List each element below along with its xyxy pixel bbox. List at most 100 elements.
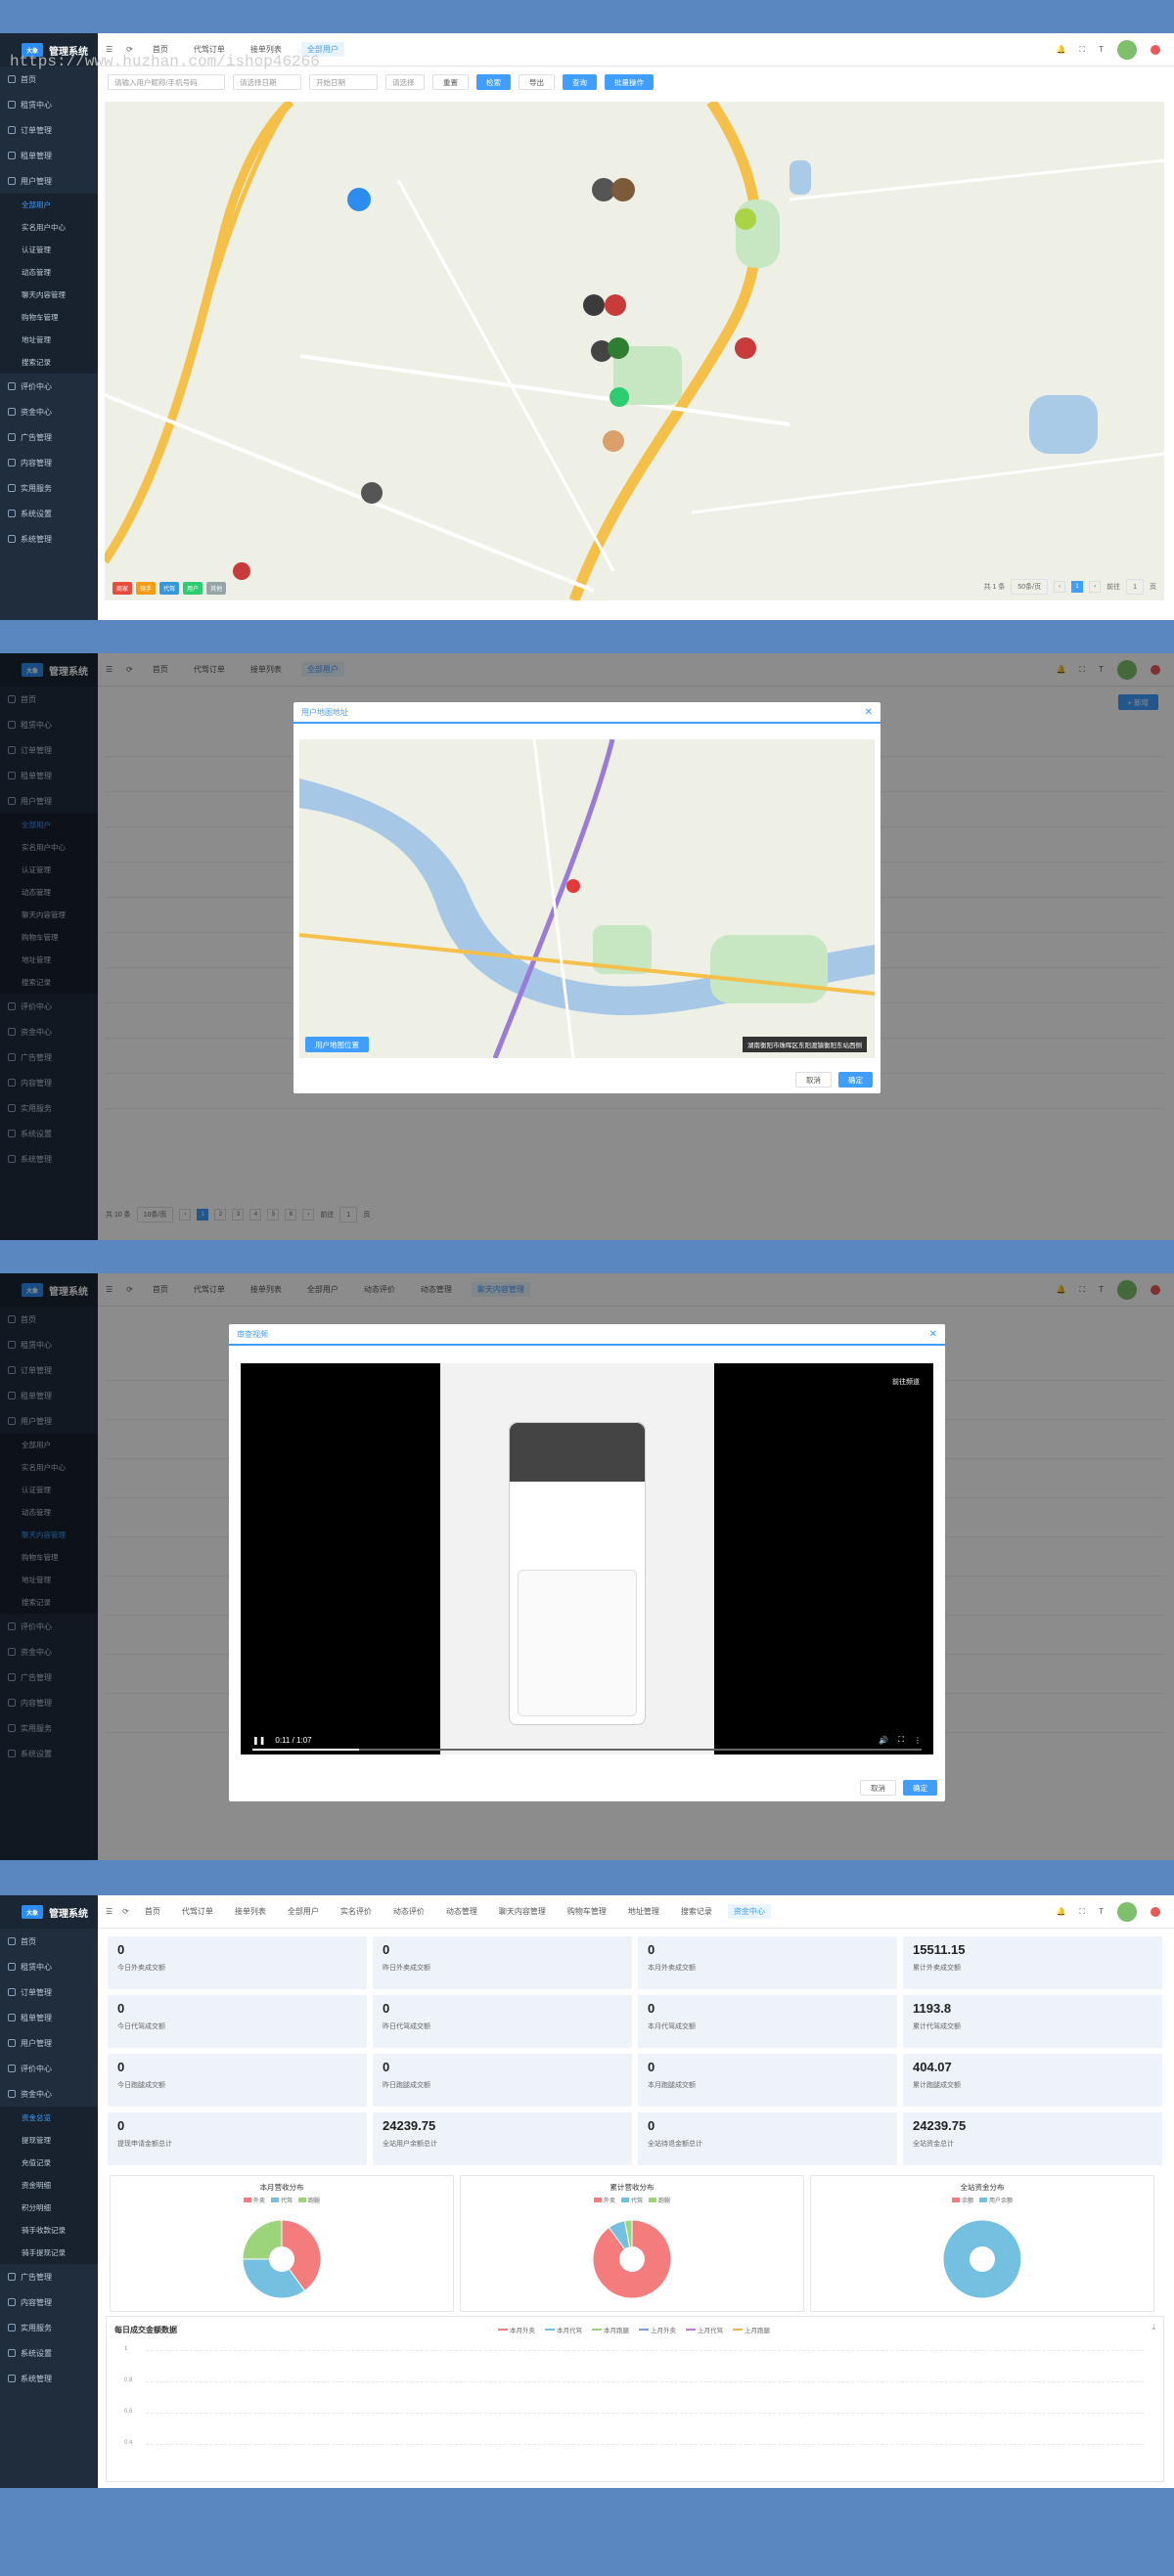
sidebar-item-group[interactable]: 租赁中心 bbox=[0, 1954, 98, 1979]
fullscreen-video-icon[interactable]: ⛶ bbox=[898, 1735, 904, 1745]
refresh-icon[interactable]: ⟳ bbox=[122, 1907, 129, 1916]
y-gridline: 1 bbox=[124, 2346, 1144, 2352]
stat-value: 0 bbox=[383, 2001, 390, 2016]
batch-button[interactable]: 批量操作 bbox=[605, 74, 654, 90]
bell-icon[interactable]: 🔔 bbox=[1057, 1907, 1066, 1916]
sidebar-item-group[interactable]: 广告管理 bbox=[0, 424, 98, 450]
sidebar-item-group[interactable]: 租赁中心 bbox=[0, 92, 98, 117]
logout-icon[interactable] bbox=[1151, 1906, 1160, 1917]
chart-legend-item[interactable]: 上月代驾 bbox=[686, 2325, 723, 2334]
tab-finance[interactable]: 资金中心 bbox=[727, 1904, 771, 1919]
goto-input[interactable]: 1 bbox=[1126, 579, 1144, 595]
tab[interactable]: 全部用户 bbox=[282, 1904, 325, 1919]
chart-legend-item[interactable]: 本月外卖 bbox=[498, 2325, 535, 2334]
next-page-button[interactable]: › bbox=[1089, 581, 1102, 593]
user-map[interactable]: 商家 骑手 代驾 用户 其他 共 1 条 50条/页 ‹ 1 › 前往 1 页 bbox=[105, 102, 1164, 600]
tab[interactable]: 实名评价 bbox=[335, 1904, 378, 1919]
download-icon[interactable]: ⤓ bbox=[1151, 2323, 1155, 2332]
sidebar-item-group[interactable]: 订单管理 bbox=[0, 117, 98, 143]
tab[interactable]: 动态评价 bbox=[387, 1904, 430, 1919]
tab[interactable]: 搜索记录 bbox=[675, 1904, 718, 1919]
sidebar-sub-item[interactable]: 购物车管理 bbox=[0, 306, 98, 329]
fullscreen-icon[interactable]: ⛶ bbox=[1080, 1907, 1086, 1917]
sidebar-item-group[interactable]: 系统设置 bbox=[0, 501, 98, 526]
sidebar-item-group[interactable]: 租单管理 bbox=[0, 143, 98, 168]
chart-legend-item[interactable]: 本月代驾 bbox=[545, 2325, 582, 2334]
sidebar-sub-item[interactable]: 资金明细 bbox=[0, 2174, 98, 2197]
bell-icon[interactable]: 🔔 bbox=[1057, 45, 1066, 54]
sidebar-item-group[interactable]: 系统管理 bbox=[0, 526, 98, 552]
volume-icon[interactable]: 🔊 bbox=[879, 1736, 888, 1745]
tab[interactable]: 地址管理 bbox=[622, 1904, 665, 1919]
chart-legend-item[interactable]: 本月跑腿 bbox=[592, 2325, 629, 2334]
tab[interactable]: 首页 bbox=[139, 1904, 166, 1919]
search-button[interactable]: 检索 bbox=[476, 74, 511, 90]
prev-page-button[interactable]: ‹ bbox=[1054, 581, 1066, 593]
cancel-button[interactable]: 取消 bbox=[860, 1780, 896, 1796]
sidebar-item-group[interactable]: 租单管理 bbox=[0, 2005, 98, 2030]
sidebar-sub-item[interactable]: 骑手提现记录 bbox=[0, 2242, 98, 2264]
sidebar-item-group[interactable]: 评价中心 bbox=[0, 374, 98, 399]
sidebar-item-group[interactable]: 评价中心 bbox=[0, 2056, 98, 2081]
sidebar-item-group[interactable]: 订单管理 bbox=[0, 1979, 98, 2005]
tab[interactable]: 购物车管理 bbox=[562, 1904, 612, 1919]
cancel-button[interactable]: 取消 bbox=[795, 1072, 832, 1088]
sidebar-item-group[interactable]: 资金中心 bbox=[0, 2081, 98, 2107]
sidebar-sub-item[interactable]: 全部用户 bbox=[0, 194, 98, 216]
sidebar-item-home[interactable]: 首页 bbox=[0, 1929, 98, 1954]
chart-legend-item[interactable]: 上月外卖 bbox=[639, 2325, 676, 2334]
logout-icon[interactable] bbox=[1151, 44, 1160, 55]
confirm-button[interactable]: 确定 bbox=[838, 1072, 873, 1088]
start-date-input[interactable]: 开始日期 bbox=[309, 74, 378, 90]
video-progress[interactable] bbox=[252, 1749, 922, 1751]
search-input[interactable]: 请输入用户昵称/手机号码 bbox=[108, 74, 225, 90]
close-icon[interactable]: ✕ bbox=[929, 1329, 937, 1340]
tab[interactable]: 动态管理 bbox=[440, 1904, 483, 1919]
sidebar-item-group[interactable]: 系统设置 bbox=[0, 2340, 98, 2366]
sidebar-sub-item[interactable]: 动态管理 bbox=[0, 261, 98, 284]
tab[interactable]: 接单列表 bbox=[229, 1904, 272, 1919]
sidebar-item-group[interactable]: 内容管理 bbox=[0, 450, 98, 475]
page-button[interactable]: 1 bbox=[1071, 581, 1084, 593]
sidebar-sub-item[interactable]: 地址管理 bbox=[0, 329, 98, 351]
sidebar-sub-item[interactable]: 搜索记录 bbox=[0, 351, 98, 374]
reset-button[interactable]: 重置 bbox=[432, 74, 469, 90]
sidebar-sub-item[interactable]: 实名用户中心 bbox=[0, 216, 98, 239]
sidebar-sub-item[interactable]: 认证管理 bbox=[0, 239, 98, 261]
sidebar-item-group[interactable]: 实用服务 bbox=[0, 2315, 98, 2340]
font-size-icon[interactable]: T bbox=[1099, 45, 1104, 54]
type-select[interactable]: 请选择 bbox=[385, 74, 425, 90]
sidebar-sub-item[interactable]: 积分明细 bbox=[0, 2197, 98, 2219]
close-icon[interactable]: ✕ bbox=[865, 707, 873, 718]
page-size-select[interactable]: 50条/页 bbox=[1011, 579, 1049, 595]
sidebar-sub-item[interactable]: 聊天内容管理 bbox=[0, 284, 98, 306]
menu-toggle-icon[interactable]: ☰ bbox=[106, 1907, 113, 1916]
sidebar-sub-item[interactable]: 充值记录 bbox=[0, 2152, 98, 2174]
sidebar-item-group[interactable]: 内容管理 bbox=[0, 2289, 98, 2315]
sidebar-item-group[interactable]: 用户管理 bbox=[0, 2030, 98, 2056]
sidebar-sub-item[interactable]: 骑手收款记录 bbox=[0, 2219, 98, 2242]
avatar[interactable] bbox=[1117, 1901, 1137, 1922]
sidebar-item-group[interactable]: 用户管理 bbox=[0, 168, 98, 194]
more-options-icon[interactable]: ⋮ bbox=[914, 1736, 922, 1745]
sidebar-item-group[interactable]: 资金中心 bbox=[0, 399, 98, 424]
sidebar-sub-item[interactable]: 资金总览 bbox=[0, 2107, 98, 2129]
chart-legend-item[interactable]: 上月跑腿 bbox=[733, 2325, 770, 2334]
video-player[interactable]: ❚❚ 0:11 / 1:07 🔊 ⛶ ⋮ 前往频道 bbox=[241, 1363, 933, 1754]
query-button[interactable]: 查询 bbox=[563, 74, 597, 90]
date-input[interactable]: 请选择日期 bbox=[233, 74, 301, 90]
pause-icon[interactable]: ❚❚ bbox=[252, 1736, 265, 1745]
tab[interactable]: 聊天内容管理 bbox=[493, 1904, 552, 1919]
locate-button[interactable]: 用户地图位置 bbox=[305, 1037, 369, 1052]
avatar[interactable] bbox=[1117, 39, 1137, 60]
sidebar-sub-item[interactable]: 提现管理 bbox=[0, 2129, 98, 2152]
fullscreen-icon[interactable]: ⛶ bbox=[1080, 45, 1086, 55]
font-size-icon[interactable]: T bbox=[1099, 1907, 1104, 1916]
export-button[interactable]: 导出 bbox=[519, 74, 555, 90]
sidebar-item-group[interactable]: 系统管理 bbox=[0, 2366, 98, 2391]
tab[interactable]: 代驾订单 bbox=[176, 1904, 219, 1919]
confirm-button[interactable]: 确定 bbox=[903, 1780, 937, 1796]
sidebar-item-group[interactable]: 实用服务 bbox=[0, 475, 98, 501]
sidebar-item-group[interactable]: 广告管理 bbox=[0, 2264, 98, 2289]
address-map[interactable]: 用户地图位置 湖南衡阳市珠晖区东阳渡镇衡阳东站西侧 bbox=[299, 739, 875, 1058]
